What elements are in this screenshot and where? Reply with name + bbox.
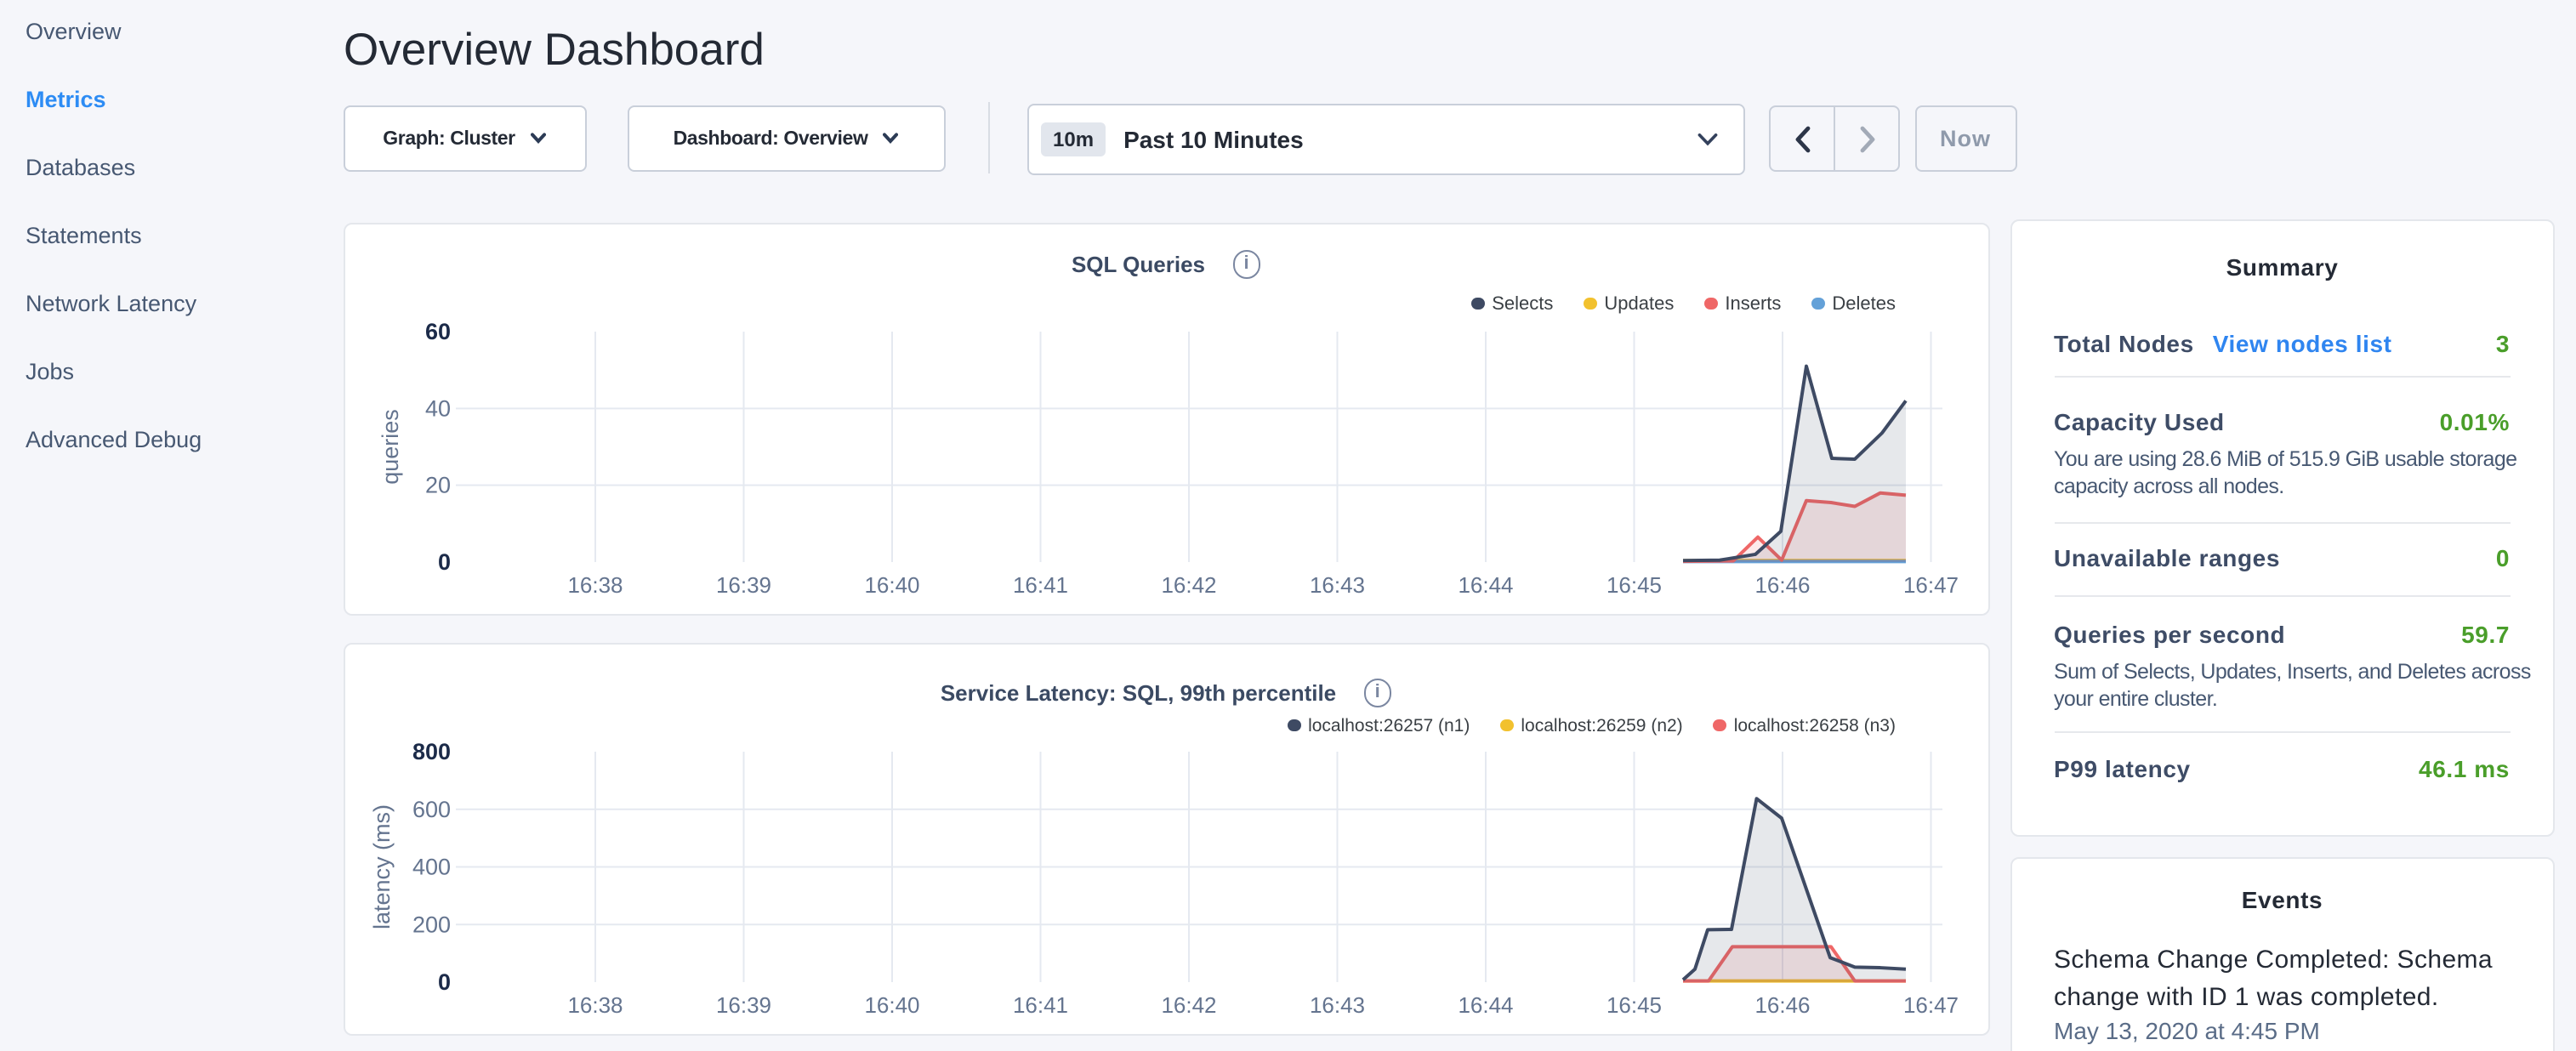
svg-text:600: 600 (412, 796, 450, 821)
svg-text:40: 40 (424, 395, 450, 421)
svg-text:16:41: 16:41 (1012, 991, 1067, 1017)
svg-text:16:39: 16:39 (715, 991, 771, 1017)
svg-text:16:46: 16:46 (1754, 991, 1809, 1017)
svg-text:16:44: 16:44 (1457, 572, 1512, 598)
svg-text:0: 0 (437, 549, 450, 575)
svg-text:16:39: 16:39 (715, 572, 771, 598)
svg-text:16:46: 16:46 (1754, 572, 1809, 598)
svg-text:latency (ms): latency (ms) (368, 804, 394, 929)
svg-text:16:38: 16:38 (566, 572, 622, 598)
svg-text:queries: queries (377, 409, 402, 485)
svg-text:16:41: 16:41 (1012, 572, 1067, 598)
svg-text:16:42: 16:42 (1160, 572, 1215, 598)
svg-text:16:40: 16:40 (863, 991, 918, 1017)
svg-text:16:44: 16:44 (1457, 991, 1512, 1017)
svg-text:16:45: 16:45 (1606, 991, 1661, 1017)
svg-text:16:42: 16:42 (1160, 991, 1215, 1017)
svg-text:16:43: 16:43 (1309, 572, 1364, 598)
svg-text:16:43: 16:43 (1309, 991, 1364, 1017)
svg-text:16:40: 16:40 (863, 572, 918, 598)
svg-text:0: 0 (437, 969, 450, 994)
svg-text:60: 60 (424, 319, 450, 344)
svg-text:200: 200 (412, 911, 450, 936)
svg-text:20: 20 (424, 473, 450, 498)
svg-text:16:38: 16:38 (566, 991, 622, 1017)
svg-text:800: 800 (412, 738, 450, 764)
svg-text:400: 400 (412, 854, 450, 879)
svg-text:16:45: 16:45 (1606, 572, 1661, 598)
svg-text:16:47: 16:47 (1902, 572, 1958, 598)
svg-text:16:47: 16:47 (1902, 991, 1958, 1017)
